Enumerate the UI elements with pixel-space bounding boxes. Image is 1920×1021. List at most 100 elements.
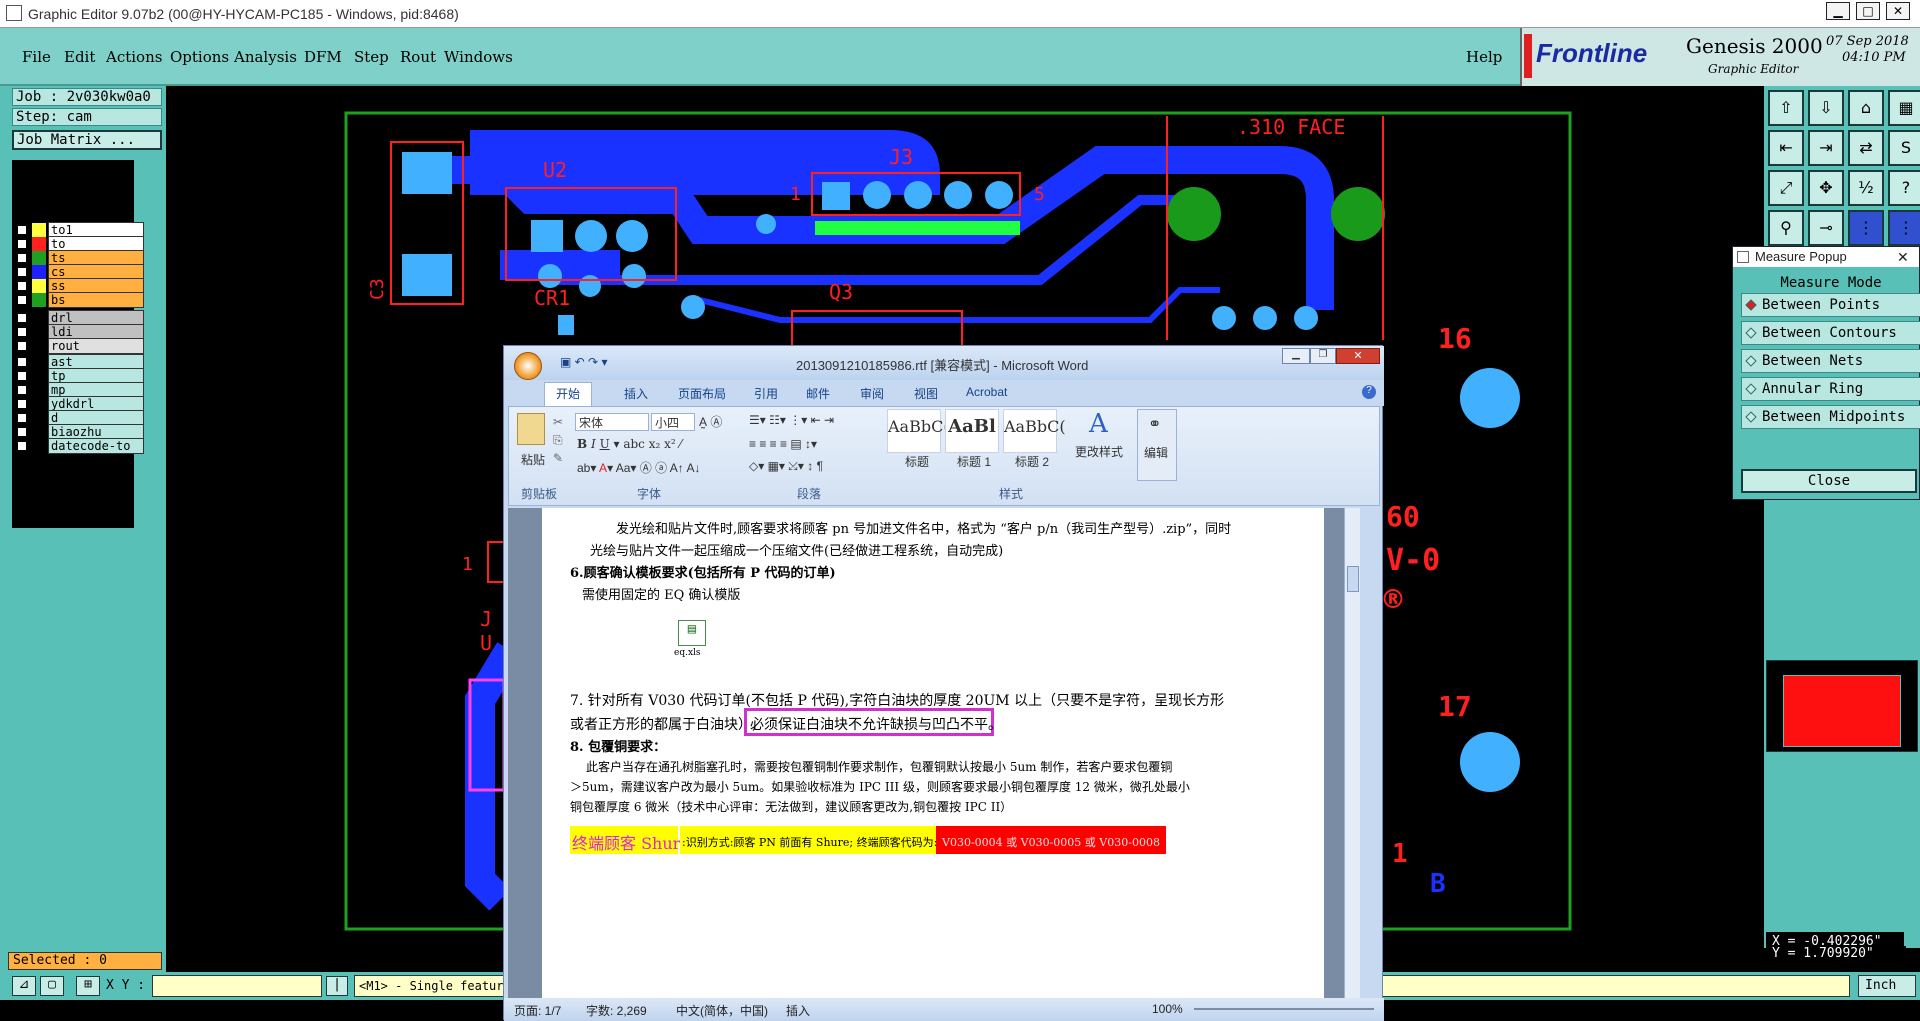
measure-between-points[interactable]: Between Points — [1741, 293, 1920, 317]
tool-pan-icon[interactable]: ✥ — [1808, 170, 1844, 206]
status-language[interactable]: 中文(简体，中国) — [676, 1002, 768, 1019]
menu-file[interactable]: File — [22, 48, 51, 66]
font-name-select[interactable]: 宋体 — [575, 413, 649, 431]
tool-export-icon[interactable]: ⇧ — [1768, 90, 1804, 126]
layer-row[interactable]: bs — [12, 292, 164, 308]
tab-acrobat[interactable]: Acrobat — [966, 385, 1007, 399]
layer-checkbox[interactable] — [17, 441, 27, 451]
font-phonetic-icon[interactable]: A̰ Ⓐ — [699, 413, 722, 430]
vertical-scrollbar[interactable] — [1344, 508, 1360, 998]
font-color-icons[interactable]: ab▾ A▾ Aa▾ Ⓐ ⓐ A↑ A↓ — [577, 459, 700, 476]
tool-snake-icon[interactable]: S — [1888, 130, 1920, 166]
layer-checkbox[interactable] — [17, 281, 27, 291]
layer-checkbox[interactable] — [17, 225, 27, 235]
layer-row[interactable]: rout — [12, 338, 164, 354]
change-styles-label[interactable]: 更改样式 — [1075, 443, 1123, 460]
tool-swap-icon[interactable]: ⇄ — [1848, 130, 1884, 166]
help-icon[interactable]: ? — [1362, 385, 1376, 399]
menu-windows[interactable]: Windows — [444, 48, 513, 66]
layer-checkbox[interactable] — [17, 295, 27, 305]
measure-close-button[interactable]: Close — [1741, 469, 1917, 493]
layer-name[interactable]: rout — [48, 338, 144, 354]
status-zoom[interactable]: 100% — [1152, 1002, 1183, 1016]
align-icons[interactable]: ≡ ≡ ≡ ≡ ▤ ↕▾ — [749, 437, 817, 451]
layer-checkbox[interactable] — [17, 253, 27, 263]
layer-checkbox[interactable] — [17, 239, 27, 249]
tool-left-icon[interactable]: ⇤ — [1768, 130, 1804, 166]
layer-checkbox[interactable] — [17, 413, 27, 423]
mini-view[interactable] — [1766, 660, 1918, 752]
menu-analysis[interactable]: Analysis — [234, 48, 297, 66]
word-minimize-button[interactable]: ▁ — [1282, 348, 1310, 364]
tool-grid-icon[interactable]: ▦ — [1888, 90, 1920, 126]
scroll-thumb[interactable] — [1347, 566, 1359, 592]
tool-scale-icon[interactable]: ½ — [1848, 170, 1884, 206]
tab-view[interactable]: 视图 — [914, 385, 938, 402]
edit-button[interactable]: ⚭ 编辑 — [1137, 409, 1177, 481]
layer-checkbox[interactable] — [17, 267, 27, 277]
paste-label[interactable]: 粘贴 — [521, 451, 545, 468]
tab-home[interactable]: 开始 — [556, 385, 580, 402]
maximize-button[interactable]: □ — [1856, 2, 1880, 20]
style-gallery-item[interactable]: AaBbC( — [887, 409, 950, 453]
menu-actions[interactable]: Actions — [106, 48, 162, 66]
measure-between-nets[interactable]: Between Nets — [1741, 349, 1920, 373]
tab-references[interactable]: 引用 — [754, 385, 778, 402]
excel-file-icon[interactable]: ▤ — [678, 620, 706, 646]
job-matrix-button[interactable]: Job Matrix ... — [12, 130, 162, 150]
layer-checkbox[interactable] — [17, 385, 27, 395]
list-icons[interactable]: ☰▾ ☷▾ ⋮▾ ⇤ ⇥ — [749, 413, 834, 427]
tab-layout[interactable]: 页面布局 — [678, 385, 726, 402]
menu-rout[interactable]: Rout — [400, 48, 436, 66]
layer-name[interactable]: bs — [48, 292, 144, 308]
zoom-slider[interactable] — [1194, 1008, 1374, 1010]
measure-annular-ring[interactable]: Annular Ring — [1741, 377, 1920, 401]
menu-edit[interactable]: Edit — [64, 48, 95, 66]
menu-options[interactable]: Options — [170, 48, 229, 66]
menu-help[interactable]: Help — [1466, 48, 1502, 66]
grid-toggle-icon[interactable]: ▢ — [40, 976, 64, 996]
style-gallery-item[interactable]: AaBl — [945, 409, 999, 453]
layer-name[interactable]: datecode-to — [48, 438, 144, 454]
tab-mailings[interactable]: 邮件 — [806, 385, 830, 402]
paste-icon[interactable] — [517, 413, 545, 445]
quick-access-icons[interactable]: ▣ ↶ ↷ ▾ — [560, 355, 607, 369]
tool-net2-icon[interactable]: ⋮ — [1888, 210, 1920, 246]
popup-close-icon[interactable]: ✕ — [1897, 247, 1909, 267]
menu-dfm[interactable]: DFM — [304, 48, 342, 66]
tool-measure-icon[interactable]: ⚲ — [1768, 210, 1804, 246]
close-button[interactable]: ✕ — [1886, 2, 1910, 20]
status-insert-mode[interactable]: 插入 — [786, 1002, 810, 1019]
crosshair-icon[interactable]: ⊞ — [76, 976, 100, 996]
layer-row[interactable]: datecode-to — [12, 438, 164, 454]
minimize-button[interactable]: ▁ — [1826, 2, 1850, 20]
tool-help-icon[interactable]: ? — [1888, 170, 1920, 206]
snap-icon[interactable]: ⊿ — [12, 976, 36, 996]
office-button-icon[interactable] — [514, 352, 542, 380]
tab-insert[interactable]: 插入 — [624, 385, 648, 402]
tool-fit-icon[interactable]: ⤢ — [1768, 170, 1804, 206]
status-page[interactable]: 页面: 1/7 — [514, 1002, 561, 1019]
layer-checkbox[interactable] — [17, 341, 27, 351]
tab-review[interactable]: 审阅 — [860, 385, 884, 402]
measure-between-contours[interactable]: Between Contours — [1741, 321, 1920, 345]
layer-checkbox[interactable] — [17, 399, 27, 409]
shading-icons[interactable]: ◇▾ ▦▾ ⤩▾ ↕ ¶ — [749, 459, 823, 474]
layer-checkbox[interactable] — [17, 357, 27, 367]
tool-net-icon[interactable]: ⋮ — [1848, 210, 1884, 246]
layer-checkbox[interactable] — [17, 427, 27, 437]
document-page[interactable]: 发光绘和贴片文件时,顾客要求将顾客 pn 号加进文件名中，格式为 “客户 p/n… — [542, 508, 1324, 998]
style-gallery-item[interactable]: AaBbC( — [1003, 409, 1066, 453]
layer-checkbox[interactable] — [17, 313, 27, 323]
layer-checkbox[interactable] — [17, 327, 27, 337]
entry-icon[interactable]: | — [326, 976, 348, 996]
font-size-select[interactable]: 小四 — [651, 413, 695, 431]
tool-home-icon[interactable]: ⌂ — [1848, 90, 1884, 126]
font-format-icons[interactable]: B I U ▾ abc x₂ x² ⁄ — [577, 437, 682, 451]
tool-right-icon[interactable]: ⇥ — [1808, 130, 1844, 166]
clipboard-icons[interactable]: ✂ ⎘ ✎ — [553, 413, 563, 467]
layer-checkbox[interactable] — [17, 371, 27, 381]
word-restore-button[interactable]: ❐ — [1310, 348, 1336, 364]
measure-between-midpoints[interactable]: Between Midpoints — [1741, 405, 1920, 429]
xy-input[interactable] — [152, 975, 322, 997]
